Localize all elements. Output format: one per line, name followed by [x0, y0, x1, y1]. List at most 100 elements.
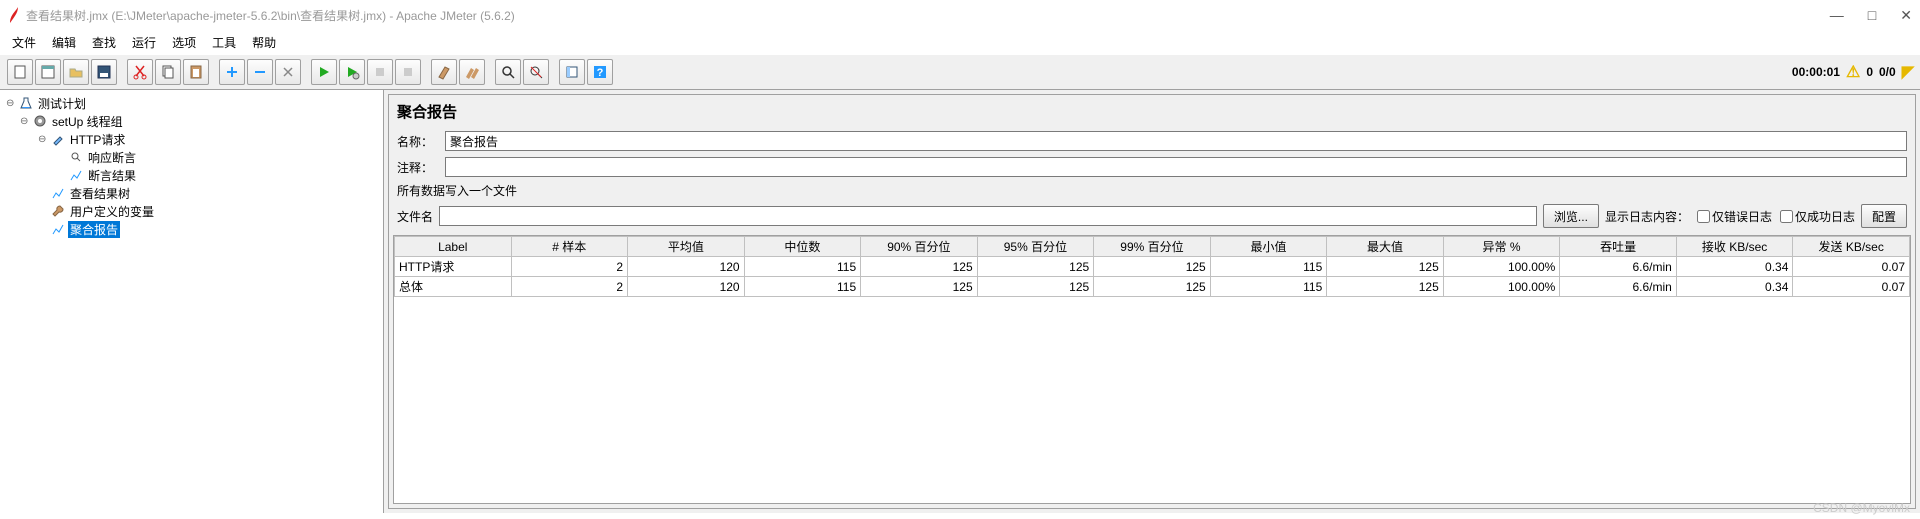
table-cell: 125: [977, 257, 1094, 277]
column-header[interactable]: 99% 百分位: [1094, 237, 1211, 257]
table-cell: 115: [744, 277, 861, 297]
clear-button[interactable]: [431, 59, 457, 85]
tree-panel[interactable]: ⊖ 测试计划 ⊖ setUp 线程组 ⊖ HTTP请求 响应断言 断言结果 查: [0, 90, 384, 513]
function-helper-button[interactable]: [559, 59, 585, 85]
file-input[interactable]: [439, 206, 1537, 226]
table-cell: 6.6/min: [1560, 277, 1677, 297]
chart-icon: [68, 167, 84, 183]
toggle-icon[interactable]: ⊖: [20, 116, 32, 127]
copy-button[interactable]: [155, 59, 181, 85]
errors-only-checkbox[interactable]: 仅错误日志: [1697, 208, 1772, 225]
column-header[interactable]: 吞吐量: [1560, 237, 1677, 257]
file-row: 文件名 浏览... 显示日志内容： 仅错误日志 仅成功日志 配置: [389, 201, 1915, 231]
new-button[interactable]: [7, 59, 33, 85]
comment-input[interactable]: [445, 157, 1907, 177]
titlebar: 查看结果树.jmx (E:\JMeter\apache-jmeter-5.6.2…: [0, 0, 1920, 30]
tree-aggregate-report[interactable]: 聚合报告: [2, 220, 381, 238]
column-header[interactable]: # 样本: [511, 237, 628, 257]
reset-search-button[interactable]: [523, 59, 549, 85]
name-row: 名称：: [389, 128, 1915, 154]
menu-file[interactable]: 文件: [6, 32, 42, 53]
magnifier-icon: [68, 149, 84, 165]
watermark: CSDN @MyovlMx: [1813, 501, 1910, 515]
table-cell: 6.6/min: [1560, 257, 1677, 277]
results-table[interactable]: Label# 样本平均值中位数90% 百分位95% 百分位99% 百分位最小值最…: [393, 235, 1911, 504]
cut-button[interactable]: [127, 59, 153, 85]
column-header[interactable]: 异常 %: [1443, 237, 1560, 257]
table-cell: 100.00%: [1443, 257, 1560, 277]
success-only-checkbox[interactable]: 仅成功日志: [1780, 208, 1855, 225]
browse-button[interactable]: 浏览...: [1543, 204, 1599, 228]
comment-row: 注释：: [389, 154, 1915, 180]
column-header[interactable]: 接收 KB/sec: [1676, 237, 1793, 257]
tree-response-assertion[interactable]: 响应断言: [2, 148, 381, 166]
warning-count: 0: [1866, 65, 1873, 79]
table-cell: 0.34: [1676, 277, 1793, 297]
name-input[interactable]: [445, 131, 1907, 151]
table-cell: 120: [628, 257, 745, 277]
panel-title: 聚合报告: [389, 95, 1915, 128]
show-log-label: 显示日志内容：: [1605, 208, 1689, 225]
table-cell: 125: [1327, 277, 1444, 297]
save-button[interactable]: [91, 59, 117, 85]
start-no-pause-button[interactable]: [339, 59, 365, 85]
log-options: 显示日志内容： 仅错误日志 仅成功日志: [1605, 208, 1855, 225]
name-label: 名称：: [397, 133, 439, 150]
column-header[interactable]: 最小值: [1210, 237, 1327, 257]
table-cell: 125: [1094, 277, 1211, 297]
tree-user-defined-vars[interactable]: 用户定义的变量: [2, 202, 381, 220]
menu-options[interactable]: 选项: [166, 32, 202, 53]
start-button[interactable]: [311, 59, 337, 85]
table-cell: 125: [1094, 257, 1211, 277]
clear-all-button[interactable]: [459, 59, 485, 85]
column-header[interactable]: 90% 百分位: [861, 237, 978, 257]
tree-thread-group[interactable]: ⊖ setUp 线程组: [2, 112, 381, 130]
column-header[interactable]: 发送 KB/sec: [1793, 237, 1910, 257]
menu-edit[interactable]: 编辑: [46, 32, 82, 53]
table-cell: 125: [977, 277, 1094, 297]
templates-button[interactable]: [35, 59, 61, 85]
column-header[interactable]: 95% 百分位: [977, 237, 1094, 257]
column-header[interactable]: 平均值: [628, 237, 745, 257]
column-header[interactable]: 最大值: [1327, 237, 1444, 257]
expand-button[interactable]: [219, 59, 245, 85]
shutdown-button[interactable]: [395, 59, 421, 85]
chart-icon: [50, 185, 66, 201]
toggle-icon[interactable]: ⊖: [6, 98, 18, 109]
main-area: ⊖ 测试计划 ⊖ setUp 线程组 ⊖ HTTP请求 响应断言 断言结果 查: [0, 90, 1920, 513]
close-button[interactable]: ✕: [1900, 7, 1912, 24]
menu-tools[interactable]: 工具: [206, 32, 242, 53]
open-button[interactable]: [63, 59, 89, 85]
menu-search[interactable]: 查找: [86, 32, 122, 53]
menu-help[interactable]: 帮助: [246, 32, 282, 53]
menubar: 文件 编辑 查找 运行 选项 工具 帮助: [0, 30, 1920, 55]
tree-assertion-results[interactable]: 断言结果: [2, 166, 381, 184]
warning-icon[interactable]: ⚠: [1846, 62, 1860, 82]
toggle-button[interactable]: [275, 59, 301, 85]
help-button[interactable]: ?: [587, 59, 613, 85]
collapse-button[interactable]: [247, 59, 273, 85]
maximize-button[interactable]: □: [1868, 7, 1876, 24]
search-button[interactable]: [495, 59, 521, 85]
tree-http-request[interactable]: ⊖ HTTP请求: [2, 130, 381, 148]
wrench-icon: [50, 203, 66, 219]
table-row[interactable]: 总体2120115125125125115125100.00%6.6/min0.…: [395, 277, 1910, 297]
table-cell: 100.00%: [1443, 277, 1560, 297]
configure-button[interactable]: 配置: [1861, 204, 1907, 228]
table-cell: 总体: [395, 277, 512, 297]
tree-view-results-tree[interactable]: 查看结果树: [2, 184, 381, 202]
tree-test-plan[interactable]: ⊖ 测试计划: [2, 94, 381, 112]
paste-button[interactable]: [183, 59, 209, 85]
status-area: 00:00:01 ⚠ 0 0/0 ◤: [1792, 62, 1914, 82]
table-row[interactable]: HTTP请求2120115125125125115125100.00%6.6/m…: [395, 257, 1910, 277]
menu-run[interactable]: 运行: [126, 32, 162, 53]
app-icon: [8, 7, 20, 23]
column-header[interactable]: 中位数: [744, 237, 861, 257]
svg-text:?: ?: [597, 67, 604, 79]
table-cell: 115: [744, 257, 861, 277]
error-icon[interactable]: ◤: [1902, 62, 1914, 82]
minimize-button[interactable]: —: [1830, 7, 1844, 24]
column-header[interactable]: Label: [395, 237, 512, 257]
stop-button[interactable]: [367, 59, 393, 85]
toggle-icon[interactable]: ⊖: [38, 134, 50, 145]
